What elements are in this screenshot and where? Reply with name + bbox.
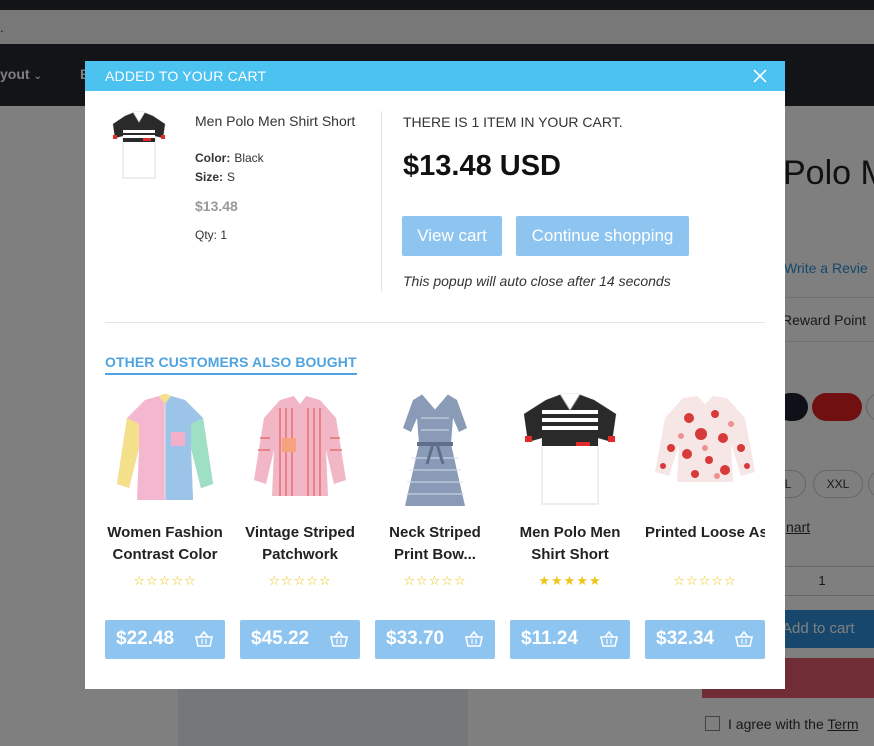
horizontal-divider	[105, 322, 765, 323]
rating-stars: ★★★★★	[538, 573, 602, 588]
product-card: Women Fashion Contrast Color ☆☆☆☆☆ $22.4…	[105, 388, 225, 668]
continue-shopping-button[interactable]: Continue shopping	[516, 216, 689, 256]
related-products-heading: OTHER CUSTOMERS ALSO BOUGHT	[105, 354, 357, 375]
size-label: Size:	[195, 170, 224, 184]
vertical-divider	[381, 111, 382, 292]
color-label: Color:	[195, 151, 231, 165]
modal-title: ADDED TO YOUR CART	[105, 68, 267, 84]
cart-count-text: THERE IS 1 ITEM IN YOUR CART.	[403, 114, 623, 130]
product-price: $11.24	[521, 628, 579, 649]
product-card: Printed Loose As ☆☆☆☆☆ $32.34	[645, 388, 765, 668]
add-to-cart-product-button[interactable]: $33.70	[375, 620, 495, 659]
product-name[interactable]: Men Polo Men Shirt Short	[510, 522, 630, 566]
rating-stars: ☆☆☆☆☆	[403, 573, 467, 588]
dress-icon[interactable]	[375, 388, 495, 512]
rating-stars: ☆☆☆☆☆	[268, 573, 332, 588]
rating-stars: ☆☆☆☆☆	[133, 573, 197, 588]
add-to-cart-product-button[interactable]: $32.34	[645, 620, 765, 659]
added-to-cart-modal: ADDED TO YOUR CART Men Polo Men Shirt Sh…	[85, 61, 785, 689]
product-name[interactable]: Printed Loose As	[645, 522, 765, 544]
product-price: $45.22	[251, 628, 310, 649]
basket-icon	[735, 630, 753, 647]
striped-shirt-icon[interactable]	[240, 388, 360, 512]
product-card: Men Polo Men Shirt Short ★★★★★ $11.24	[510, 388, 630, 668]
cart-item-color: Color: Black	[195, 151, 264, 165]
polo-shirt-icon[interactable]	[510, 388, 630, 512]
close-icon[interactable]	[751, 67, 769, 85]
basket-icon	[465, 630, 483, 647]
colorblock-shirt-icon[interactable]	[105, 388, 225, 512]
basket-icon	[330, 630, 348, 647]
product-name[interactable]: Neck Striped Print Bow...	[375, 522, 495, 566]
product-price: $33.70	[386, 628, 445, 649]
cart-item-size: Size: S	[195, 170, 235, 184]
related-products-list: Women Fashion Contrast Color ☆☆☆☆☆ $22.4…	[105, 388, 765, 668]
add-to-cart-product-button[interactable]: $45.22	[240, 620, 360, 659]
product-price: $22.48	[116, 628, 175, 649]
rating-stars: ☆☆☆☆☆	[673, 573, 737, 588]
auto-close-notice: This popup will auto close after 14 seco…	[403, 273, 671, 289]
printed-blouse-icon[interactable]	[645, 388, 765, 512]
cart-total: $13.48 USD	[403, 150, 561, 182]
basket-icon	[600, 630, 618, 647]
product-name[interactable]: Vintage Striped Patchwork	[240, 522, 360, 566]
size-value: S	[227, 170, 236, 184]
product-card: Vintage Striped Patchwork ☆☆☆☆☆ $45.22	[240, 388, 360, 668]
view-cart-button[interactable]: View cart	[402, 216, 502, 256]
color-value: Black	[234, 151, 264, 165]
modal-header: ADDED TO YOUR CART	[85, 61, 785, 91]
cart-item-name: Men Polo Men Shirt Short	[195, 113, 356, 129]
cart-item-qty: Qty: 1	[195, 228, 228, 242]
add-to-cart-product-button[interactable]: $22.48	[105, 620, 225, 659]
product-price: $32.34	[656, 628, 715, 649]
basket-icon	[195, 630, 213, 647]
product-name[interactable]: Women Fashion Contrast Color	[105, 522, 225, 566]
cart-item-image	[112, 111, 166, 179]
cart-item-price: $13.48	[195, 198, 238, 214]
product-card: Neck Striped Print Bow... ☆☆☆☆☆ $33.70	[375, 388, 495, 668]
add-to-cart-product-button[interactable]: $11.24	[510, 620, 630, 659]
